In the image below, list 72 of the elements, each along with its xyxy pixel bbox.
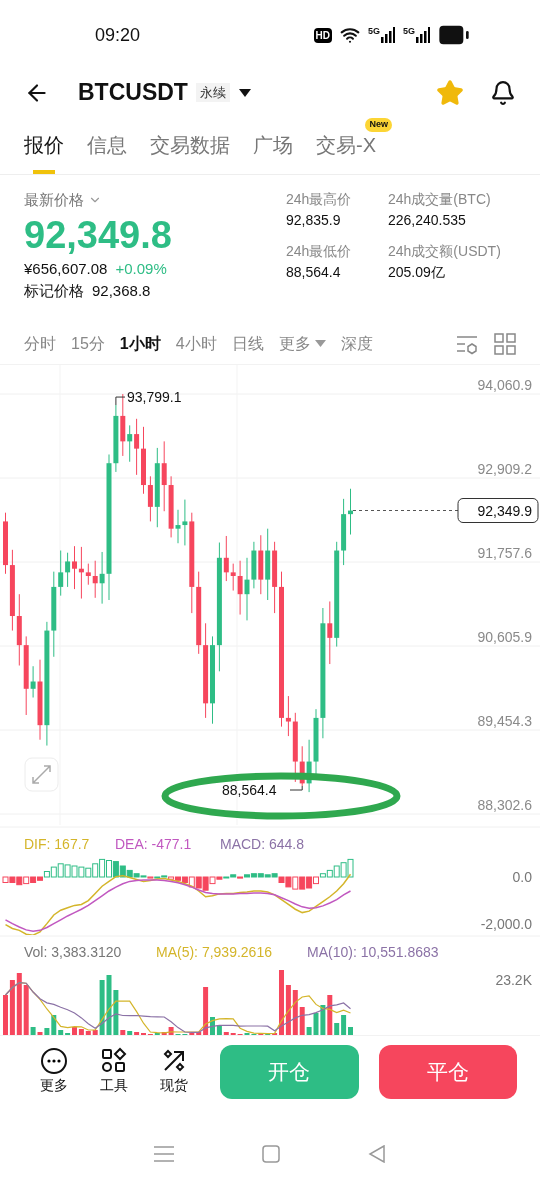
interval-tab[interactable]: 更多: [278, 331, 326, 356]
favorite-star-icon[interactable]: [436, 78, 464, 107]
leader-line: [289, 785, 303, 791]
interval-tab[interactable]: 1小时: [119, 331, 161, 356]
stat-label: 24h成交额(USDT): [388, 242, 501, 261]
macd-axis-label: -2,000.0: [480, 916, 532, 932]
dea-value: DEA: -477.1: [115, 836, 192, 852]
volume-axis-label: 23.2K: [495, 972, 532, 988]
price-axis-label: 91,757.6: [477, 545, 532, 561]
stat-value: 92,835.9: [286, 211, 342, 230]
toolbar-button[interactable]: 更多: [34, 1047, 74, 1096]
dif-value: DIF: 167.7: [24, 836, 90, 852]
current-price-tag: 92,349.9: [457, 498, 539, 523]
cny-price: ¥656,607.08: [24, 258, 108, 279]
caret-icon: [314, 340, 326, 347]
home-icon[interactable]: [262, 1144, 280, 1163]
close-position-button[interactable]: 平仓: [378, 1044, 517, 1099]
mark-price-value: 92,368.8: [92, 281, 151, 301]
interval-tab[interactable]: 15分: [71, 331, 105, 356]
back-icon[interactable]: [368, 1144, 386, 1163]
symbol-title: BTCUSDT: [78, 78, 188, 108]
leader-line: [115, 396, 126, 406]
tab[interactable]: 信息: [87, 130, 127, 174]
stat-label: 24h最高价: [286, 190, 353, 209]
volume-value: Vol: 3,383.3120: [24, 944, 122, 960]
hd-indicator: HD: [313, 27, 332, 43]
stat-label: 24h成交量(BTC): [388, 190, 492, 209]
tab[interactable]: 交易数据: [150, 130, 230, 174]
low-price-label: 88,564.4: [222, 782, 277, 798]
interval-tab[interactable]: 日线: [231, 331, 264, 356]
more-icon: [40, 1047, 68, 1075]
interval-tab[interactable]: 深度: [340, 331, 373, 356]
signal-icon: [381, 27, 395, 43]
open-position-button[interactable]: 开仓: [220, 1044, 359, 1099]
notification-bell-icon[interactable]: [490, 79, 516, 106]
network-label: 5G: [367, 27, 380, 36]
network-label: 5G: [403, 27, 415, 36]
interval-tab[interactable]: 分时: [24, 331, 56, 356]
ma5-value: MA(5): 7,939.2616: [156, 944, 272, 960]
menu-icon[interactable]: [154, 1145, 174, 1162]
dropdown-caret-icon[interactable]: [237, 87, 252, 98]
toolbar-button[interactable]: 现货: [154, 1047, 194, 1096]
tab[interactable]: 报价: [24, 130, 64, 174]
ma10-value: MA(10): 10,551.8683: [307, 944, 439, 960]
price-axis-label: 90,605.9: [477, 629, 532, 645]
macd-axis-label: 0.0: [512, 869, 532, 885]
high-price-label: 93,799.1: [127, 389, 182, 406]
price-axis-label: 89,454.3: [477, 713, 532, 729]
status-time: 09:20: [95, 23, 141, 47]
expand-button[interactable]: [24, 757, 59, 792]
toolbar-button[interactable]: 工具: [94, 1047, 134, 1096]
price-change: +0.09%: [115, 258, 167, 279]
stat-label: 24h最低价: [286, 242, 353, 261]
stat-value: 88,564.4: [286, 263, 342, 282]
price-axis-label: 92,909.2: [477, 461, 532, 477]
shapes-grid-icon: [100, 1047, 128, 1075]
price-axis-label: 88,302.6: [477, 797, 532, 813]
stat-value: 226,240.535: [388, 211, 467, 230]
price-label: 最新价格: [24, 190, 84, 210]
stat-value: 205.09亿: [388, 263, 446, 282]
tab[interactable]: 广场: [253, 130, 293, 174]
macd-value: MACD: 644.8: [220, 836, 305, 852]
grid-icon[interactable]: [494, 332, 516, 355]
mark-price-label: 标记价格: [24, 281, 84, 301]
wifi-icon: [339, 25, 360, 45]
signal-icon: [416, 27, 430, 43]
price-axis-label: 94,060.9: [477, 377, 532, 393]
new-badge: New: [365, 118, 392, 132]
last-price: 92,349.8: [24, 212, 173, 258]
contract-tag: 永续: [195, 82, 230, 103]
interval-tab[interactable]: 4小时: [175, 331, 217, 356]
tab[interactable]: 交易-X: [316, 130, 376, 174]
